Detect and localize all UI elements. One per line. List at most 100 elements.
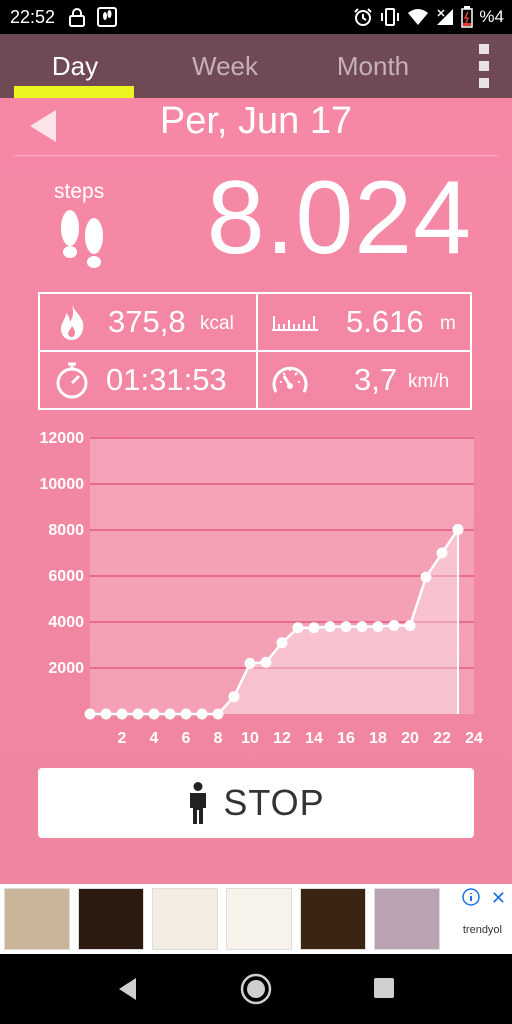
chart-data-point bbox=[372, 621, 384, 633]
chart-data-point bbox=[356, 621, 368, 633]
vibrate-icon bbox=[381, 8, 400, 26]
calories-stat: 375,8 kcal bbox=[40, 294, 254, 350]
distance-stat: 5.616 m bbox=[258, 294, 472, 350]
tab-month[interactable]: Month bbox=[298, 34, 448, 98]
chart-data-point bbox=[436, 547, 448, 559]
system-nav-bar bbox=[0, 954, 512, 1024]
chart-y-tick-label: 10000 bbox=[40, 476, 85, 493]
chart-y-tick-label: 12000 bbox=[40, 430, 85, 447]
chart-x-tick-label: 8 bbox=[214, 730, 223, 747]
duration-stat: 01:31:53 bbox=[40, 352, 254, 408]
nav-back-icon[interactable] bbox=[116, 976, 138, 1002]
duration-value: 01:31:53 bbox=[106, 362, 227, 397]
chart-x-tick-label: 4 bbox=[150, 730, 159, 747]
tab-week[interactable]: Week bbox=[150, 34, 300, 98]
chart-data-point bbox=[244, 657, 256, 669]
tab-day-label: Day bbox=[51, 50, 99, 81]
chart-data-point bbox=[132, 708, 144, 720]
chart-data-point bbox=[228, 691, 240, 703]
date-title: Per, Jun 17 bbox=[159, 100, 353, 142]
chart-data-point bbox=[100, 708, 112, 720]
ad-product-image[interactable] bbox=[4, 888, 70, 950]
chart-data-point bbox=[180, 708, 192, 720]
person-icon bbox=[190, 782, 207, 824]
chart-data-point bbox=[420, 571, 432, 583]
chart-data-point bbox=[388, 619, 400, 631]
ad-product-image[interactable] bbox=[152, 888, 218, 950]
chart-x-tick-label: 20 bbox=[401, 730, 419, 747]
chart-data-point bbox=[340, 621, 352, 633]
calories-unit: kcal bbox=[200, 313, 234, 334]
tab-bar: Day Week Month bbox=[0, 34, 512, 98]
chart-x-tick-label: 18 bbox=[369, 730, 387, 747]
tab-indicator bbox=[14, 86, 134, 98]
lock-icon bbox=[69, 8, 85, 27]
date-row: Per, Jun 17 bbox=[0, 98, 512, 154]
stop-label: STOP bbox=[223, 782, 325, 823]
chart-x-tick-label: 12 bbox=[273, 730, 291, 747]
chart-x-tick-label: 22 bbox=[433, 730, 451, 747]
speed-stat: 3,7 km/h bbox=[258, 352, 472, 408]
chart-data-point bbox=[164, 708, 176, 720]
nav-home-icon[interactable] bbox=[240, 973, 272, 1005]
chart-data-point bbox=[196, 708, 208, 720]
step-counter-notification-icon bbox=[97, 7, 117, 27]
stats-grid: 375,8 kcal 5.616 m 01:31:53 3,7 km/h bbox=[38, 292, 472, 410]
chart-data-point bbox=[324, 621, 336, 633]
chart-x-tick-label: 14 bbox=[305, 730, 323, 747]
alarm-icon bbox=[354, 8, 373, 26]
chart-x-tick-label: 16 bbox=[337, 730, 355, 747]
ad-product-image[interactable] bbox=[78, 888, 144, 950]
chart-data-point bbox=[404, 619, 416, 631]
ruler-icon bbox=[272, 316, 318, 331]
ad-product-image[interactable] bbox=[374, 888, 440, 950]
chart-x-tick-label: 24 bbox=[465, 730, 483, 747]
tab-week-label: Week bbox=[192, 50, 258, 81]
chart-data-point bbox=[84, 708, 96, 720]
divider bbox=[14, 155, 498, 156]
chart-x-tick-label: 2 bbox=[118, 730, 127, 747]
ad-banner[interactable]: ✕ trendyol bbox=[0, 884, 512, 954]
chart-data-point bbox=[292, 622, 304, 634]
chart-y-tick-label: 2000 bbox=[48, 660, 84, 677]
steps-label: steps bbox=[54, 180, 105, 203]
steps-chart: 2000 4000 6000 8000 10000 12000 2 4 6 8 10 12 14 16 18… bbox=[0, 428, 512, 758]
main-content: Per, Jun 17 steps 8.024 375,8 kcal 5.616 bbox=[0, 98, 512, 884]
chart-data-point bbox=[260, 656, 272, 668]
ad-product-image[interactable] bbox=[226, 888, 292, 950]
status-time: 22:52 bbox=[10, 7, 56, 27]
chart-data-point bbox=[276, 637, 288, 649]
chart-y-tick-label: 8000 bbox=[48, 522, 84, 539]
fire-icon bbox=[61, 305, 84, 340]
stopwatch-icon bbox=[56, 362, 88, 399]
chart-data-point bbox=[308, 622, 320, 634]
ad-close-icon[interactable]: ✕ bbox=[491, 888, 506, 909]
tab-month-label: Month bbox=[336, 50, 410, 81]
battery-icon bbox=[461, 6, 474, 28]
distance-value: 5.616 bbox=[346, 304, 424, 339]
chart-data-point bbox=[452, 523, 464, 535]
overflow-menu-icon[interactable] bbox=[474, 44, 494, 88]
speedometer-icon bbox=[272, 366, 308, 393]
chart-data-point bbox=[116, 708, 128, 720]
speed-unit: km/h bbox=[408, 371, 450, 392]
chart-x-tick-label: 6 bbox=[182, 730, 191, 747]
chart-y-tick-label: 6000 bbox=[48, 568, 84, 585]
footprints-icon bbox=[61, 210, 103, 268]
distance-unit: m bbox=[440, 313, 456, 334]
stop-button[interactable]: STOP bbox=[38, 768, 474, 838]
chart-data-point bbox=[212, 708, 224, 720]
ad-product-image[interactable] bbox=[300, 888, 366, 950]
chart-data-point bbox=[148, 708, 160, 720]
chart-x-tick-label: 10 bbox=[241, 730, 259, 747]
speed-value: 3,7 bbox=[354, 362, 398, 397]
chart-svg: 200040006000800010000120002 4 6 8 10 12 14 16 18… bbox=[40, 430, 484, 747]
chart-y-tick-label: 4000 bbox=[48, 614, 84, 631]
signal-icon bbox=[437, 9, 454, 25]
ad-brand: trendyol bbox=[462, 924, 502, 936]
nav-recents-icon[interactable] bbox=[372, 976, 396, 1000]
battery-percent: %4 bbox=[479, 7, 504, 26]
status-right: %4 bbox=[353, 6, 504, 28]
ad-info-icon[interactable] bbox=[462, 888, 480, 906]
status-bar: 22:52 %4 bbox=[0, 0, 512, 34]
